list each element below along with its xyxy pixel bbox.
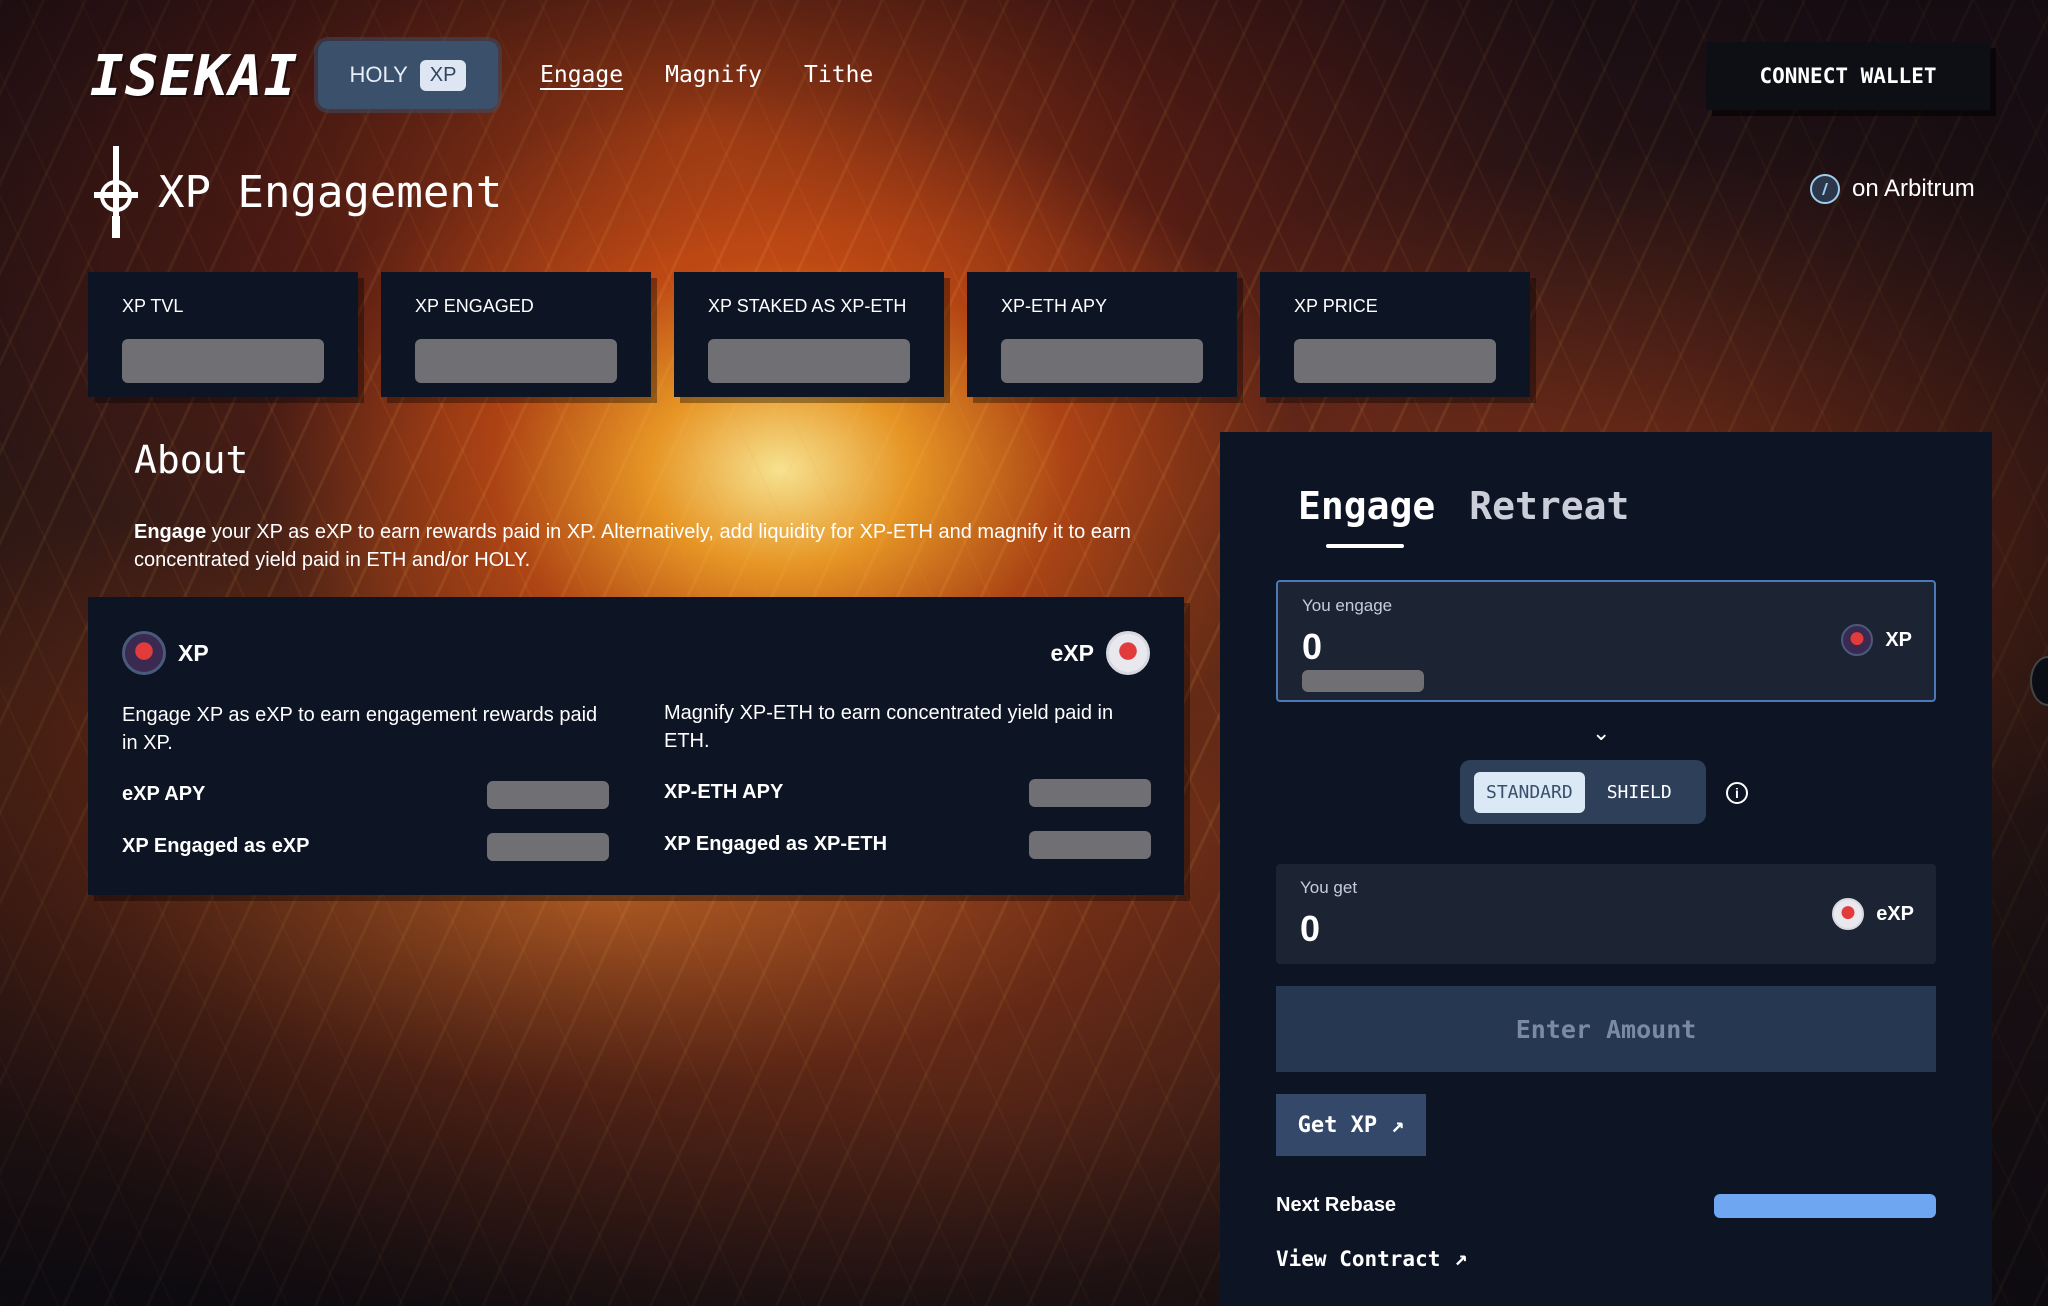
xp-eth-apy-label: XP-ETH APY <box>664 781 784 803</box>
xp-engaged-exp-skeleton <box>487 833 609 861</box>
mode-shield[interactable]: SHIELD <box>1595 772 1684 813</box>
stat-xp-engaged: XP ENGAGED <box>381 272 651 397</box>
exp-apy-label: eXP APY <box>122 783 206 805</box>
about-title: About <box>134 438 249 482</box>
view-contract-label: View Contract <box>1276 1246 1441 1271</box>
about-lead: Engage <box>134 521 207 543</box>
xp-engaged-xp-eth-skeleton <box>1029 831 1151 859</box>
stat-value-skeleton <box>122 339 324 383</box>
xp-engaged-exp-label: XP Engaged as eXP <box>122 835 310 857</box>
token-switch-holy[interactable]: HOLY <box>350 62 408 88</box>
xp-eth-apy-skeleton <box>1029 779 1151 807</box>
get-xp-button[interactable]: Get XP ↗ <box>1276 1094 1426 1156</box>
tab-engage[interactable]: Engage <box>1298 484 1435 528</box>
page-header: XP Engagement <box>88 146 502 238</box>
engage-token-label: XP <box>1885 628 1912 651</box>
get-token: eXP <box>1832 898 1914 930</box>
stat-label: XP-ETH APY <box>1001 296 1108 316</box>
sword-icon <box>94 146 138 238</box>
info-icon[interactable]: i <box>1726 782 1748 804</box>
engage-amount-input[interactable]: 0 <box>1302 626 1322 668</box>
page-title: XP Engagement <box>158 166 503 218</box>
engage-balance-skeleton <box>1302 670 1424 692</box>
arbitrum-icon <box>1810 174 1840 204</box>
xp-token-badge: XP <box>122 631 209 675</box>
nav-tithe[interactable]: Tithe <box>804 62 873 88</box>
logo[interactable]: ISEKAI <box>90 44 298 109</box>
info-card: XP eXP Engage XP as eXP to earn engageme… <box>88 597 1184 895</box>
token-switch-xp[interactable]: XP <box>419 59 467 91</box>
tab-retreat[interactable]: Retreat <box>1469 484 1629 528</box>
exp-coin-icon <box>1832 898 1865 930</box>
engage-panel: Engage Retreat You engage 0 XP ⌄ STANDAR… <box>1220 432 1992 1306</box>
nav-engage[interactable]: Engage <box>540 62 623 88</box>
exp-description: Magnify XP-ETH to earn concentrated yiel… <box>664 702 1114 752</box>
enter-amount-button[interactable]: Enter Amount <box>1276 986 1936 1072</box>
stat-xp-eth-apy: XP-ETH APY <box>967 272 1237 397</box>
stat-label: XP PRICE <box>1294 296 1378 316</box>
engage-input-label: You engage <box>1302 596 1393 615</box>
engage-input-field[interactable]: You engage 0 XP <box>1276 580 1936 702</box>
panel-tabs: Engage Retreat <box>1298 484 1629 528</box>
stat-label: XP TVL <box>122 296 184 316</box>
active-tab-indicator <box>1326 544 1404 548</box>
stat-xp-staked: XP STAKED AS XP-ETH <box>674 272 944 397</box>
engage-token: XP <box>1841 624 1912 656</box>
view-contract-link[interactable]: View Contract ↗ <box>1276 1246 1468 1271</box>
exp-apy-skeleton <box>487 781 609 809</box>
nav-magnify[interactable]: Magnify <box>665 62 762 88</box>
xp-coin-icon <box>122 631 166 675</box>
next-rebase-label: Next Rebase <box>1276 1194 1397 1216</box>
network-indicator: on Arbitrum <box>1810 174 1975 204</box>
main-nav: HOLY XP Engage Magnify Tithe <box>318 40 873 110</box>
stat-label: XP STAKED AS XP-ETH <box>708 296 907 316</box>
next-rebase-bar <box>1714 1194 1936 1218</box>
xp-description: Engage XP as eXP to earn engagement rewa… <box>122 704 598 754</box>
external-link-icon: ↗ <box>1454 1246 1468 1271</box>
get-output-value: 0 <box>1300 908 1321 949</box>
xp-token-label: XP <box>178 639 209 666</box>
exp-token-badge: eXP <box>1051 631 1150 675</box>
get-output-label: You get <box>1300 878 1358 897</box>
get-xp-label: Get XP <box>1297 1112 1378 1138</box>
about-text: Engage your XP as eXP to earn rewards pa… <box>134 518 1134 574</box>
get-token-label: eXP <box>1876 902 1914 925</box>
about-body: your XP as eXP to earn rewards paid in X… <box>134 521 1131 571</box>
stat-value-skeleton <box>1294 339 1496 383</box>
stat-xp-tvl: XP TVL <box>88 272 358 397</box>
mode-toggle: STANDARD SHIELD <box>1460 760 1706 824</box>
exp-coin-icon <box>1106 631 1150 675</box>
external-link-icon: ↗ <box>1391 1112 1405 1138</box>
stat-value-skeleton <box>1001 339 1203 383</box>
xp-engaged-xp-eth-label: XP Engaged as XP-ETH <box>664 833 888 855</box>
stat-value-skeleton <box>415 339 617 383</box>
stat-xp-price: XP PRICE <box>1260 272 1530 397</box>
connect-wallet-button[interactable]: CONNECT WALLET <box>1706 42 1990 110</box>
token-switch[interactable]: HOLY XP <box>318 41 498 109</box>
stats-row: XP TVL XP ENGAGED XP STAKED AS XP-ETH XP… <box>88 272 1530 397</box>
stat-label: XP ENGAGED <box>415 296 534 316</box>
get-output-field: You get 0 eXP <box>1276 864 1936 964</box>
xp-coin-icon <box>1841 624 1874 656</box>
network-label: on Arbitrum <box>1852 175 1975 202</box>
exp-token-label: eXP <box>1050 639 1094 666</box>
mode-standard[interactable]: STANDARD <box>1474 771 1585 813</box>
stat-value-skeleton <box>708 339 910 383</box>
chevron-down-icon[interactable]: ⌄ <box>1592 720 1610 746</box>
